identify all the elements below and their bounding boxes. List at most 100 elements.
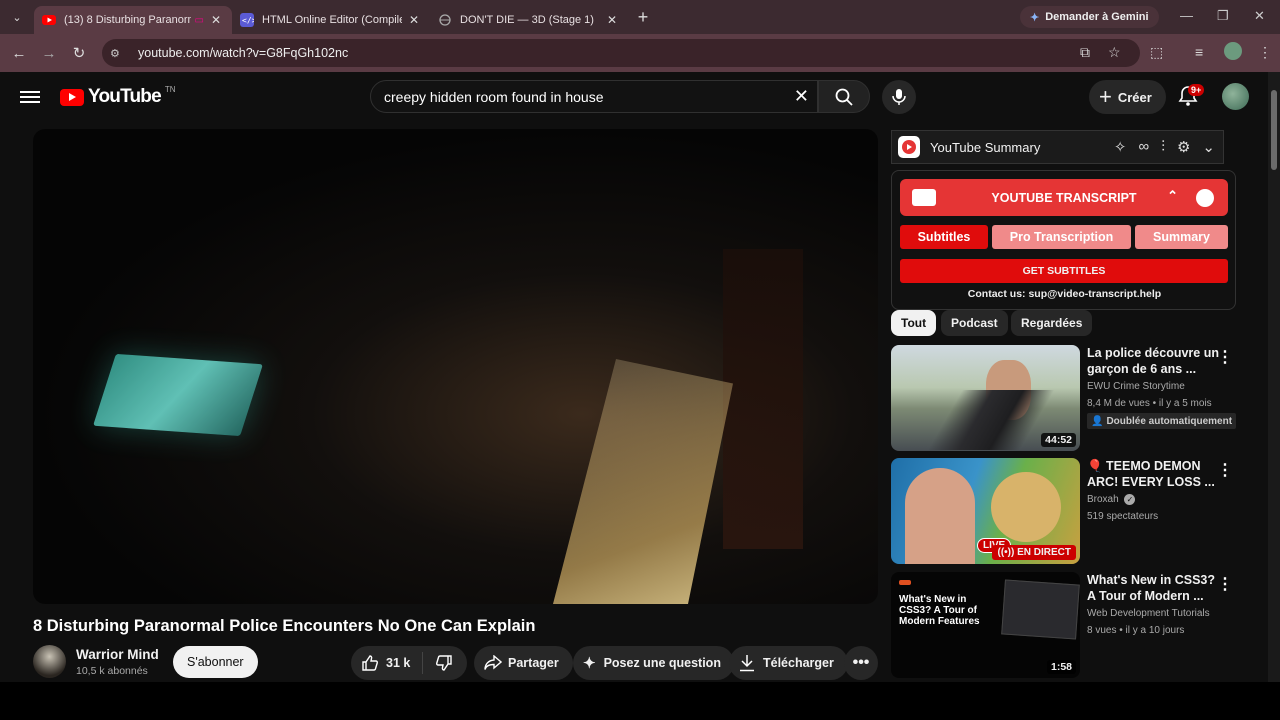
back-icon[interactable]: ← — [4, 45, 34, 62]
share-button[interactable]: Partager — [474, 646, 573, 680]
account-avatar[interactable] — [1222, 83, 1249, 110]
create-button[interactable]: + Créer — [1089, 80, 1166, 114]
search-button[interactable] — [818, 80, 870, 113]
channel-name[interactable]: Broxah ✓ — [1087, 494, 1136, 505]
video-title: What's New in CSS3? A Tour of Modern ... — [1087, 573, 1215, 603]
ask-question-button[interactable]: ✦ Posez une question — [573, 646, 734, 680]
page-scrollbar[interactable] — [1268, 72, 1280, 682]
youtube-logo[interactable]: YouTube TN — [60, 85, 176, 108]
settings-gear-icon[interactable]: ⚙ — [1177, 138, 1190, 156]
more-options-icon[interactable]: ⋮ — [1217, 574, 1233, 594]
extensions-puzzle-icon[interactable]: ⬚ — [1150, 44, 1163, 61]
window-close-icon[interactable]: ✕ — [1254, 8, 1265, 24]
verified-check-icon: ✓ — [1124, 494, 1136, 505]
close-tab-icon[interactable]: ✕ — [604, 13, 620, 27]
install-app-icon[interactable]: ⧉ — [1080, 44, 1090, 61]
download-label: Télécharger — [763, 656, 834, 670]
transcript-header[interactable]: YOUTUBE TRANSCRIPT ⌃ — [900, 179, 1228, 216]
collapse-chevron-icon[interactable]: ⌄ — [1202, 138, 1215, 156]
forward-icon[interactable]: → — [34, 45, 64, 62]
like-button[interactable]: 31 k — [351, 652, 423, 674]
close-tab-icon[interactable]: ✕ — [406, 13, 422, 27]
like-dislike-group: 31 k — [351, 646, 467, 680]
bookmark-star-icon[interactable]: ☆ — [1108, 44, 1121, 61]
subscribe-button[interactable]: S'abonner — [173, 646, 258, 678]
sparkle-icon: ✦ — [583, 655, 596, 672]
audio-wave-icon[interactable]: ⫶ — [1161, 138, 1165, 156]
video-player[interactable] — [33, 129, 878, 604]
scrollbar-thumb[interactable] — [1271, 90, 1277, 170]
browser-tab-dont-die[interactable]: DON'T DIE — 3D (Stage 1) ✕ — [430, 6, 628, 34]
ask-gemini-button[interactable]: ✦ Demander à Gemini — [1020, 6, 1159, 28]
menu-hamburger-icon[interactable] — [20, 88, 40, 106]
close-tab-icon[interactable]: ✕ — [208, 13, 224, 27]
video-thumbnail[interactable]: 44:52 — [891, 345, 1080, 451]
search-query: creepy hidden room found in house — [384, 88, 604, 105]
contact-email[interactable]: Contact us: sup@video-transcript.help — [892, 288, 1237, 300]
browser-menu-icon[interactable]: ⋮ — [1258, 44, 1272, 61]
chip-podcast[interactable]: Podcast — [941, 310, 1008, 336]
channel-name-text: Broxah — [1087, 494, 1119, 505]
user-icon[interactable] — [1196, 189, 1214, 207]
address-bar[interactable]: ⚙ youtube.com/watch?v=G8FqGh102nc — [102, 39, 1140, 67]
voice-search-button[interactable] — [882, 80, 916, 114]
tab-title: (13) 8 Disturbing Paranorm — [64, 14, 191, 26]
create-label: Créer — [1117, 89, 1152, 105]
more-options-icon[interactable]: ⋮ — [1217, 347, 1233, 367]
new-tab-button[interactable]: + — [628, 7, 658, 28]
browser-tab-html-editor[interactable]: </> HTML Online Editor (Compiler, ✕ — [232, 6, 430, 34]
channel-name[interactable]: EWU Crime Storytime — [1087, 381, 1185, 392]
chip-watched[interactable]: Regardées — [1011, 310, 1093, 336]
tab-summary[interactable]: Summary — [1135, 225, 1228, 249]
tab-search-chevron-icon[interactable]: ⌄ — [0, 0, 34, 34]
restore-icon[interactable]: ❐ — [1217, 8, 1229, 24]
clear-search-icon[interactable]: ✕ — [794, 86, 809, 107]
chevron-up-icon[interactable]: ⌃ — [1167, 188, 1178, 204]
summary-title: YouTube Summary — [930, 139, 1041, 155]
microphone-icon — [892, 89, 906, 105]
browser-tab-youtube[interactable]: (13) 8 Disturbing Paranorm ▭ ✕ — [34, 6, 232, 34]
summary-toolbar: ✧ ∞ ⫶ ⚙ ⌄ — [1114, 138, 1215, 156]
reload-icon[interactable]: ↻ — [64, 44, 94, 62]
get-subtitles-button[interactable]: GET SUBTITLES — [900, 259, 1228, 283]
more-actions-icon[interactable]: ••• — [844, 646, 878, 680]
transcript-logo-icon — [912, 189, 936, 206]
video-duration: 1:58 — [1046, 660, 1076, 674]
thumbnail-text: What's New in CSS3? A Tour of Modern Fea… — [899, 594, 980, 627]
globe-icon — [438, 13, 452, 27]
dubbed-voice-icon: 👤 — [1091, 415, 1104, 427]
video-title: 8 Disturbing Paranormal Police Encounter… — [33, 617, 536, 635]
channel-name[interactable]: Warrior Mind — [76, 647, 159, 662]
tab-pro-transcription[interactable]: Pro Transcription — [992, 225, 1131, 249]
video-title: La police découvre un garçon de 6 ans ..… — [1087, 346, 1219, 376]
tab-subtitles[interactable]: Subtitles — [900, 225, 988, 249]
cast-icon: ▭ — [194, 14, 204, 26]
youtube-icon — [42, 13, 56, 27]
browser-tab-strip: ⌄ (13) 8 Disturbing Paranorm ▭ ✕ </> HTM… — [0, 0, 1280, 34]
minimize-icon[interactable]: — — [1180, 8, 1193, 23]
chip-all[interactable]: Tout — [891, 310, 937, 336]
notification-count-badge: 9+ — [1188, 84, 1205, 96]
more-options-icon[interactable]: ⋮ — [1217, 460, 1233, 480]
download-button[interactable]: Télécharger — [729, 646, 848, 680]
recommendation-item[interactable]: LIVE ((•)) EN DIRECT 🎈 TEEMO DEMON ARC! … — [891, 458, 1261, 566]
glasses-icon[interactable]: ∞ — [1139, 138, 1150, 156]
video-thumbnail[interactable]: LIVE ((•)) EN DIRECT — [891, 458, 1080, 564]
channel-name[interactable]: Web Development Tutorials — [1087, 608, 1210, 619]
thumbnail-logo-mark — [899, 580, 911, 585]
profile-avatar[interactable] — [1224, 42, 1242, 60]
channel-avatar[interactable] — [33, 645, 66, 678]
search-icon — [835, 88, 853, 106]
search-input[interactable]: creepy hidden room found in house ✕ — [370, 80, 818, 113]
recommendation-item[interactable]: 44:52 La police découvre un garçon de 6 … — [891, 345, 1261, 453]
live-broadcast-icon: ((•)) — [997, 547, 1015, 558]
video-thumbnail[interactable]: What's New in CSS3? A Tour of Modern Fea… — [891, 572, 1080, 678]
dislike-button[interactable] — [423, 654, 453, 672]
youtube-play-icon — [60, 88, 84, 106]
summary-logo-icon — [898, 136, 920, 158]
youtube-transcript-panel: YOUTUBE TRANSCRIPT ⌃ Subtitles Pro Trans… — [891, 170, 1236, 310]
media-controls-icon[interactable]: ≡ — [1195, 44, 1203, 60]
site-info-icon[interactable]: ⚙ — [110, 47, 128, 60]
recommendation-item[interactable]: What's New in CSS3? A Tour of Modern Fea… — [891, 572, 1261, 682]
ai-sparkle-icon[interactable]: ✧ — [1114, 138, 1127, 156]
